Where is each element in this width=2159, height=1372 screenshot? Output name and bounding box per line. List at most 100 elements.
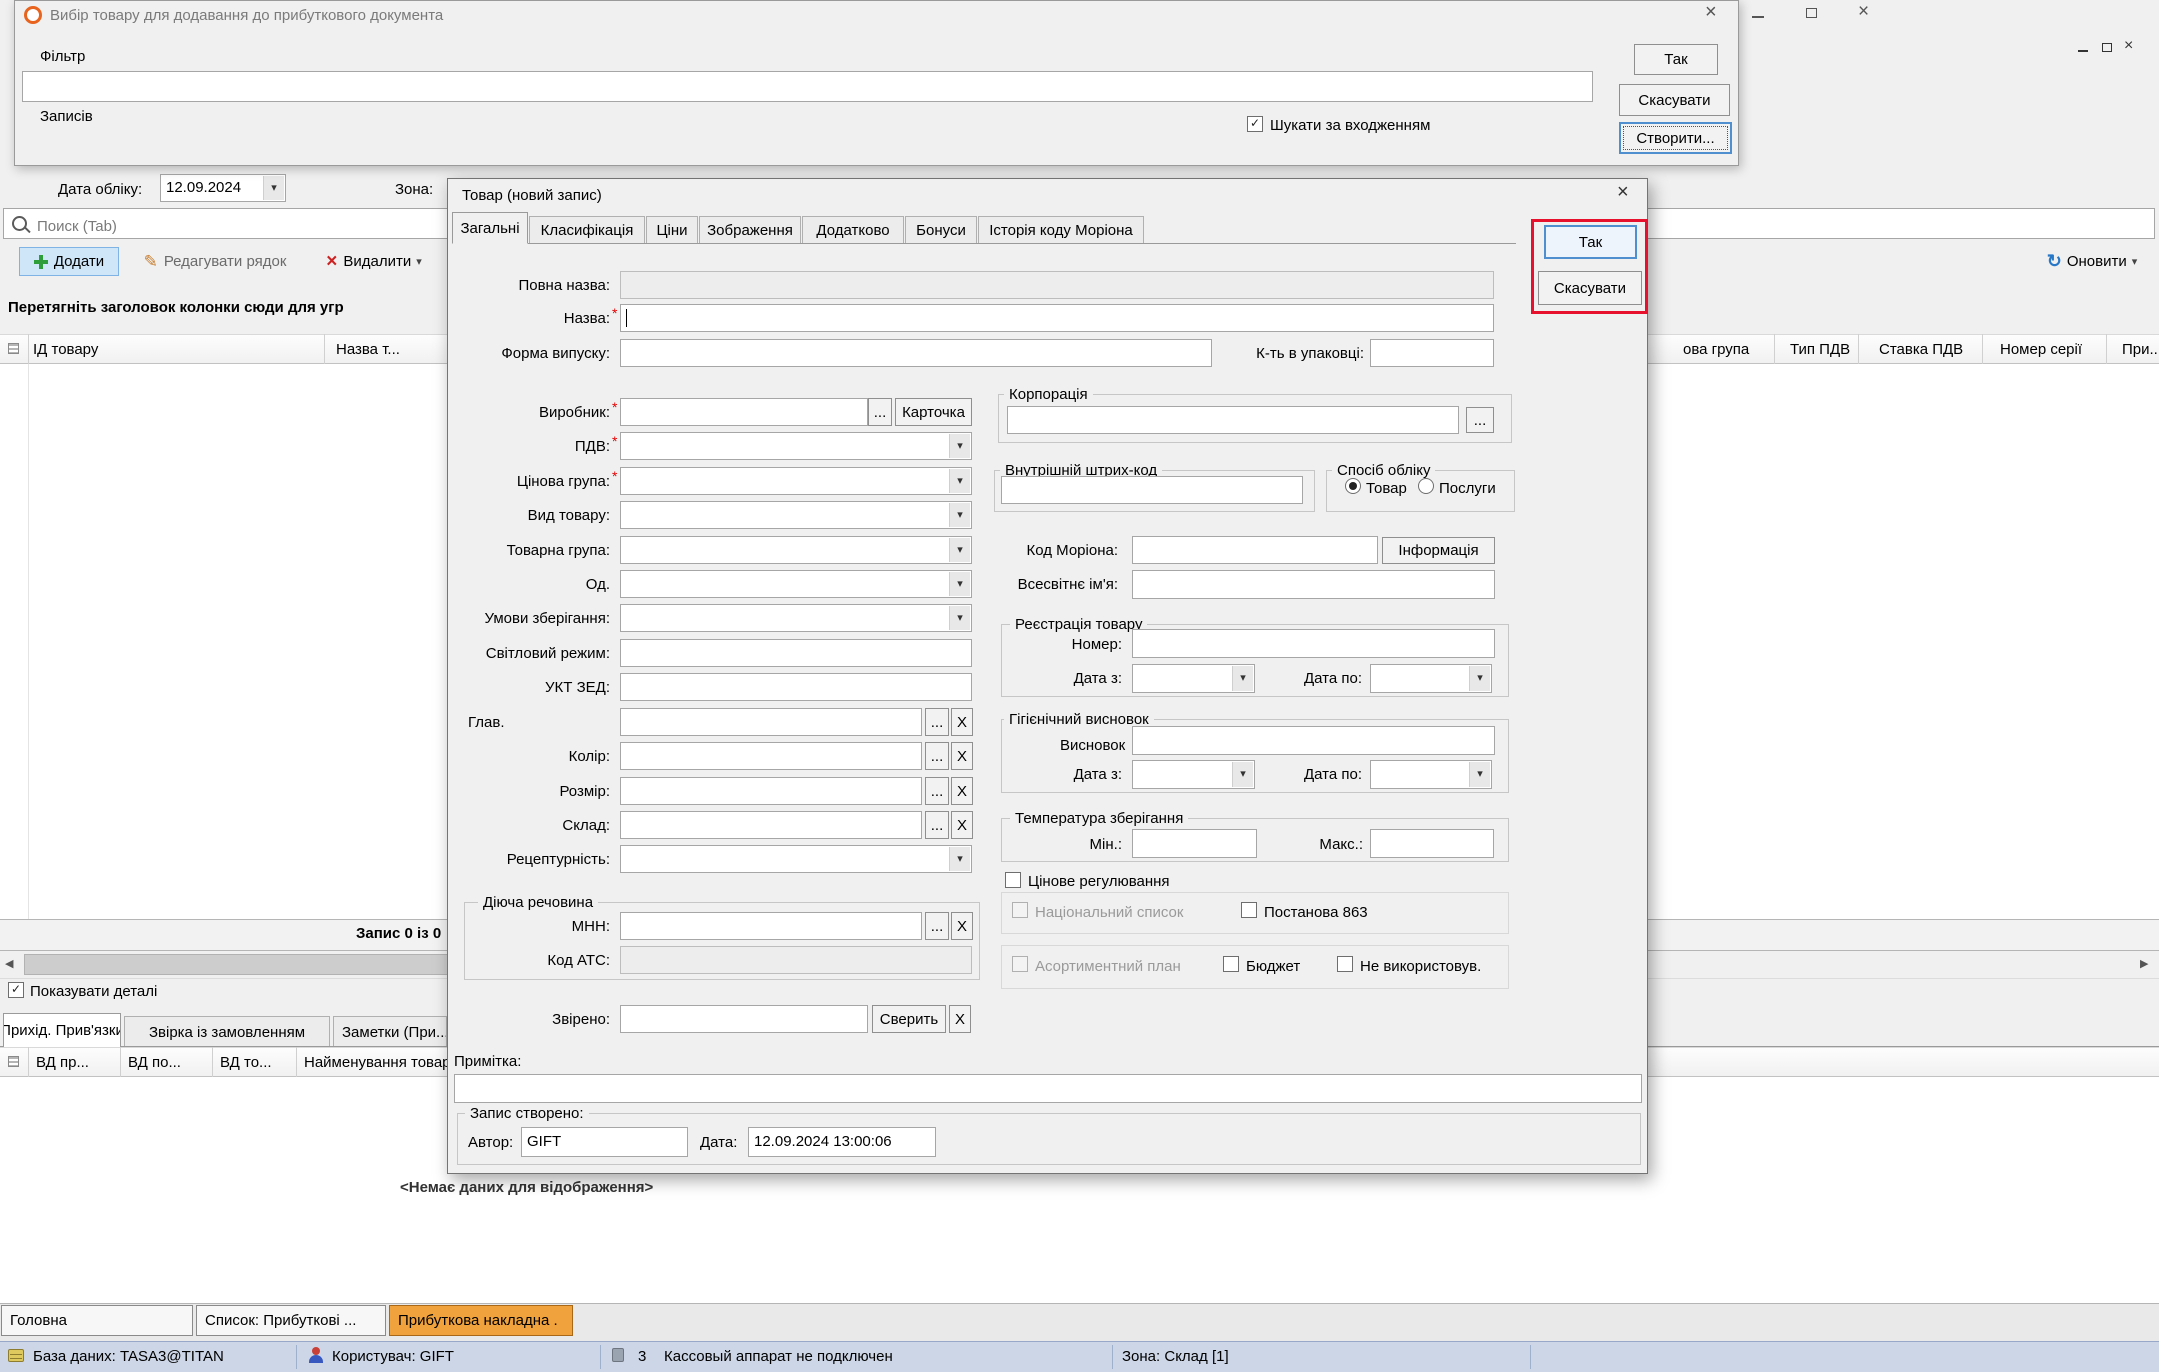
color-browse-button[interactable]: ... (925, 742, 949, 770)
warehouse-browse-button[interactable]: ... (925, 811, 949, 839)
storage-conditions-combo[interactable]: ▾ (620, 604, 972, 632)
detail-column-vd-pr[interactable]: ВД пр... (36, 1054, 89, 1071)
information-button[interactable]: Інформація (1382, 537, 1495, 564)
tab-bonuses[interactable]: Бонуси (905, 216, 977, 243)
product-dialog-close-icon[interactable]: × (1617, 181, 1629, 204)
column-header-vat-type[interactable]: Тип ПДВ (1790, 341, 1850, 358)
glav-browse-button[interactable]: ... (925, 708, 949, 736)
glav-clear-button[interactable]: X (951, 708, 973, 736)
conclusion-input[interactable] (1132, 726, 1495, 755)
not-used-checkbox[interactable] (1337, 956, 1353, 972)
light-mode-input[interactable] (620, 639, 972, 667)
registration-date-from-combo[interactable]: ▾ (1132, 664, 1255, 693)
color-input[interactable] (620, 742, 922, 770)
verify-button[interactable]: Сверить (872, 1005, 946, 1033)
pack-qty-input[interactable] (1370, 339, 1494, 367)
ukt-zed-input[interactable] (620, 673, 972, 701)
manufacturer-input[interactable] (620, 398, 868, 426)
tab-receipt-bindings[interactable]: Прихід. Прив'язки (3, 1013, 121, 1047)
corporation-input[interactable] (1007, 406, 1459, 434)
child-restore-icon[interactable] (2102, 43, 2112, 52)
detail-column-product-name[interactable]: Найменування товару (304, 1054, 458, 1071)
column-header-price-group[interactable]: ова група (1683, 341, 1749, 358)
edit-row-button[interactable]: ✎ Редагувати рядок (126, 247, 304, 276)
name-input[interactable] (620, 304, 1494, 332)
corporation-browse-button[interactable]: ... (1466, 407, 1494, 433)
mnn-browse-button[interactable]: ... (925, 912, 949, 940)
hygiene-date-to-combo[interactable]: ▾ (1370, 760, 1492, 789)
accounting-date-combo[interactable]: 12.09.2024 ▾ (160, 174, 286, 202)
detail-column-vd-po[interactable]: ВД по... (128, 1054, 181, 1071)
registration-number-input[interactable] (1132, 629, 1495, 658)
delete-button[interactable]: × Видалити ▾ (310, 247, 438, 276)
filter-ok-button[interactable]: Так (1634, 44, 1718, 75)
tab-images[interactable]: Зображення (699, 216, 801, 243)
close-icon[interactable]: × (1858, 1, 1869, 23)
detail-column-vd-to[interactable]: ВД то... (220, 1054, 272, 1071)
filter-dialog-close-icon[interactable]: × (1705, 1, 1717, 24)
mnn-input[interactable] (620, 912, 922, 940)
scroll-left-icon[interactable]: ◀ (5, 957, 13, 970)
morion-code-input[interactable] (1132, 536, 1378, 564)
search-by-occurrence-checkbox[interactable]: ✓ (1247, 116, 1263, 132)
column-header-serial[interactable]: Номер серії (2000, 341, 2082, 358)
product-type-combo[interactable]: ▾ (620, 501, 972, 529)
color-clear-button[interactable]: X (951, 742, 973, 770)
column-header-vat-rate[interactable]: Ставка ПДВ (1879, 341, 1963, 358)
manufacturer-card-button[interactable]: Карточка (895, 398, 972, 426)
glav-input[interactable] (620, 708, 922, 736)
product-ok-button[interactable]: Так (1544, 225, 1637, 259)
tab-general[interactable]: Загальні (452, 212, 528, 244)
refresh-button[interactable]: ↻ Оновити ▾ (2028, 247, 2156, 276)
tab-notes[interactable]: Заметки (При... (333, 1016, 447, 1047)
goods-radio[interactable] (1345, 478, 1361, 494)
restore-icon[interactable] (1806, 8, 1817, 18)
temp-min-input[interactable] (1132, 829, 1257, 858)
verify-clear-button[interactable]: X (949, 1005, 971, 1033)
services-radio[interactable] (1418, 478, 1434, 494)
tab-prices[interactable]: Ціни (646, 216, 698, 243)
tab-income-list[interactable]: Список: Прибуткові ... (196, 1305, 386, 1336)
warehouse-input[interactable] (620, 811, 922, 839)
tab-morion-history[interactable]: Історія коду Моріона (978, 216, 1144, 243)
resolution-863-checkbox[interactable] (1241, 902, 1257, 918)
vat-combo[interactable]: ▾ (620, 432, 972, 460)
warehouse-clear-button[interactable]: X (951, 811, 973, 839)
column-header-id[interactable]: ІД товару (33, 341, 98, 358)
registration-date-to-combo[interactable]: ▾ (1370, 664, 1492, 693)
size-clear-button[interactable]: X (951, 777, 973, 805)
hygiene-date-from-combo[interactable]: ▾ (1132, 760, 1255, 789)
size-input[interactable] (620, 777, 922, 805)
child-close-icon[interactable]: × (2124, 37, 2133, 55)
tab-classification[interactable]: Класифікація (529, 216, 645, 243)
product-group-combo[interactable]: ▾ (620, 536, 972, 564)
mnn-clear-button[interactable]: X (951, 912, 973, 940)
world-name-input[interactable] (1132, 570, 1495, 599)
manufacturer-browse-button[interactable]: ... (868, 398, 892, 426)
filter-cancel-button[interactable]: Скасувати (1619, 84, 1730, 116)
child-minimize-icon[interactable] (2078, 50, 2088, 52)
budget-checkbox[interactable] (1223, 956, 1239, 972)
verified-input[interactable] (620, 1005, 868, 1033)
minimize-icon[interactable] (1752, 16, 1764, 18)
show-details-checkbox[interactable]: ✓ (8, 982, 24, 998)
add-button[interactable]: Додати (19, 247, 119, 276)
prescription-combo[interactable]: ▾ (620, 845, 972, 873)
tab-income-invoice[interactable]: Прибуткова накладна . (389, 1305, 573, 1336)
column-header-name[interactable]: Назва т... (336, 341, 400, 358)
note-input[interactable] (454, 1074, 1642, 1103)
tab-additional[interactable]: Додатково (802, 216, 904, 243)
tab-order-check[interactable]: Звірка із замовленням (124, 1016, 330, 1047)
temp-max-input[interactable] (1370, 829, 1494, 858)
column-header-pri[interactable]: При... (2122, 341, 2159, 358)
tab-main[interactable]: Головна (1, 1305, 193, 1336)
price-regulation-checkbox[interactable] (1005, 872, 1021, 888)
price-group-combo[interactable]: ▾ (620, 467, 972, 495)
unit-combo[interactable]: ▾ (620, 570, 972, 598)
product-cancel-button[interactable]: Скасувати (1538, 271, 1642, 305)
scroll-right-icon[interactable]: ▶ (2140, 957, 2148, 970)
release-form-input[interactable] (620, 339, 1212, 367)
filter-create-button[interactable]: Створити... (1619, 122, 1732, 154)
filter-input[interactable] (22, 71, 1593, 102)
size-browse-button[interactable]: ... (925, 777, 949, 805)
